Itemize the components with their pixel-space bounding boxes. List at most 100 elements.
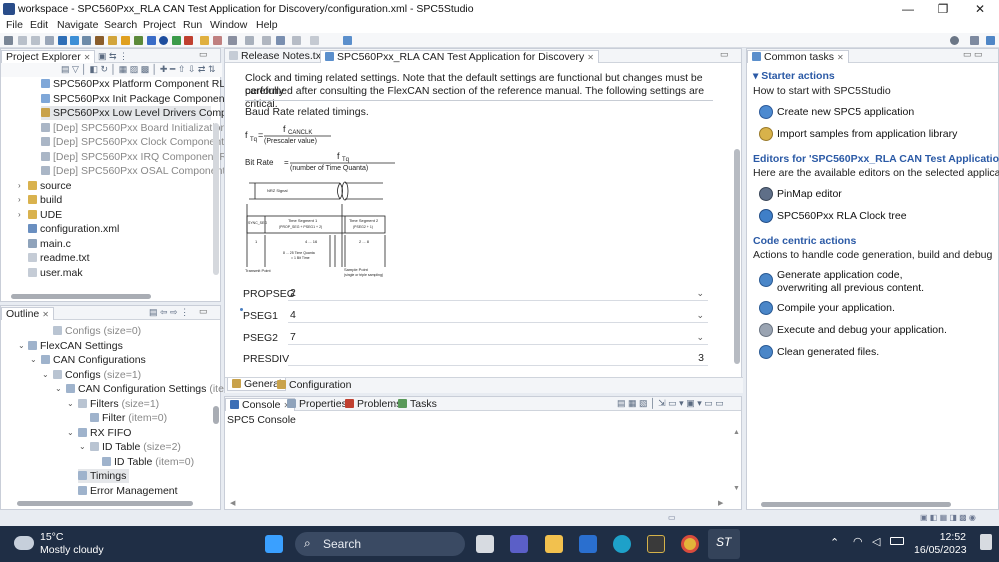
perspective-icon[interactable] <box>970 36 979 45</box>
list-item[interactable]: CAN Configurations <box>41 353 146 367</box>
teams-icon[interactable] <box>510 535 528 553</box>
menu-project[interactable]: Project <box>143 19 176 31</box>
create-application-link[interactable]: Create new SPC5 application <box>777 106 914 119</box>
menu-search[interactable]: Search <box>104 19 137 31</box>
stop-icon[interactable] <box>184 36 193 45</box>
volume-icon[interactable]: ◁ <box>872 535 880 548</box>
debug-icon[interactable] <box>147 36 156 45</box>
tab-project-explorer[interactable]: Project Explorer ✕ <box>1 50 96 63</box>
menu-run[interactable]: Run <box>183 19 202 31</box>
chevron-right-icon[interactable]: › <box>18 208 21 222</box>
list-item[interactable]: configuration.xml <box>28 222 119 236</box>
close-icon[interactable]: ✕ <box>587 53 594 62</box>
windows-start-icon[interactable] <box>265 535 283 553</box>
scroll-right-icon[interactable]: ▶ <box>718 499 723 507</box>
list-item[interactable]: RX FIFO <box>78 426 131 440</box>
print-icon[interactable] <box>45 36 54 45</box>
tools-icon[interactable] <box>95 36 104 45</box>
info-icon[interactable] <box>159 36 168 45</box>
starter-actions-heading[interactable]: ▾ Starter actions <box>753 70 835 82</box>
notification-icon[interactable] <box>980 534 992 550</box>
next-annotation-icon[interactable] <box>228 36 237 45</box>
pseg2-select[interactable]: 7 ⌄ <box>288 329 708 345</box>
chevron-right-icon[interactable]: › <box>18 179 21 193</box>
status-progress-icon[interactable]: ▭ <box>668 513 676 522</box>
minimize-view-icon[interactable]: ▭ <box>199 49 208 60</box>
list-item[interactable]: Configs (size=0) <box>53 324 141 338</box>
import-samples-link[interactable]: Import samples from application library <box>777 128 957 141</box>
console-toolbar-icons[interactable]: ▤ ▦ ▧ │ ⇲ ▭ ▾ ▣ ▾ ▭ ▭ <box>617 398 724 409</box>
weather-text[interactable]: Mostly cloudy <box>40 544 104 556</box>
save-icon[interactable] <box>18 36 27 45</box>
editors-heading[interactable]: Editors for 'SPC560Pxx_RLA CAN Test Appl… <box>753 153 999 165</box>
list-item[interactable]: readme.txt <box>28 251 90 265</box>
weather-temp[interactable]: 15°C <box>40 531 63 543</box>
tab-configuration[interactable]: Configuration <box>273 379 355 392</box>
key-icon[interactable] <box>121 36 130 45</box>
chevron-down-icon[interactable]: ⌄ <box>42 368 49 382</box>
list-item[interactable]: FlexCAN Settings <box>28 339 123 353</box>
wizard-icon[interactable] <box>70 36 79 45</box>
list-item[interactable]: ID Table (item=0) <box>102 455 194 469</box>
propseg-select[interactable]: 2 ⌄ <box>288 285 708 301</box>
list-item[interactable]: Error Management <box>78 484 178 498</box>
generate-code-link[interactable]: Generate application code, overwriting al… <box>777 269 924 295</box>
terminal-icon[interactable] <box>58 36 67 45</box>
list-item[interactable]: SPC560Pxx Init Package Component R <box>41 92 238 106</box>
chevron-down-icon[interactable]: ⌄ <box>55 382 62 396</box>
horizontal-scrollbar[interactable] <box>17 501 193 506</box>
list-item[interactable]: source <box>28 179 72 193</box>
minimize-view-icon[interactable]: ▭ <box>199 306 208 317</box>
clock-date[interactable]: 16/05/2023 <box>914 544 967 556</box>
spc5-perspective-icon[interactable] <box>986 36 995 45</box>
outline-toolbar-icons[interactable]: ▤ ⇦ ⇨ ⋮ <box>149 307 189 318</box>
close-icon[interactable]: ✕ <box>84 53 91 62</box>
explorer-toolbar-icons[interactable]: ▤ ▽ │ ◧ ↻ │ ▦ ▨ ▩ │ ✚ ━ ⇧ ⇩ ⇄ ⇅ <box>61 64 216 75</box>
nav-forward-icon[interactable] <box>310 36 319 45</box>
presdiv-input[interactable]: 3 <box>288 350 708 366</box>
close-icon[interactable]: ✕ <box>42 310 49 319</box>
chevron-down-icon[interactable]: ⌄ <box>79 440 86 454</box>
save-all-icon[interactable] <box>31 36 40 45</box>
menu-navigate[interactable]: Navigate <box>57 19 98 31</box>
menu-help[interactable]: Help <box>256 19 278 31</box>
clock-tree-link[interactable]: SPC560Pxx RLA Clock tree <box>777 210 907 223</box>
chevron-down-icon[interactable]: ⌄ <box>18 339 25 353</box>
compile-link[interactable]: Compile your application. <box>777 302 895 315</box>
list-item[interactable]: SPC560Pxx Low Level Drivers Compor <box>41 106 236 120</box>
list-item[interactable]: build <box>28 193 62 207</box>
list-item[interactable]: [Dep] SPC560Pxx IRQ Component RL/ <box>41 150 236 164</box>
close-icon[interactable]: ✕ <box>837 53 844 62</box>
file-explorer-icon[interactable] <box>545 535 563 553</box>
taskbar-search[interactable]: ⌕ Search <box>295 532 465 556</box>
chevron-down-icon[interactable]: ⌄ <box>30 353 37 367</box>
menu-edit[interactable]: Edit <box>30 19 48 31</box>
annotation-icon[interactable] <box>213 36 222 45</box>
store-icon[interactable] <box>579 535 597 553</box>
view-menu-icon[interactable]: ▭ ▭ <box>963 49 983 60</box>
horizontal-scrollbar[interactable] <box>761 502 951 507</box>
last-edit-icon[interactable] <box>262 36 271 45</box>
clean-files-link[interactable]: Clean generated files. <box>777 346 879 359</box>
new-icon[interactable] <box>4 36 13 45</box>
chrome-icon[interactable] <box>681 535 699 553</box>
list-item[interactable]: CAN Configuration Settings (iter <box>66 382 227 396</box>
scroll-left-icon[interactable]: ◀ <box>230 499 235 507</box>
menu-window[interactable]: Window <box>210 19 247 31</box>
search-icon[interactable] <box>950 36 959 45</box>
wifi-icon[interactable]: ◠ <box>853 535 863 548</box>
minimize-button[interactable]: — <box>890 0 926 18</box>
edge-icon[interactable] <box>613 535 631 553</box>
list-item[interactable]: Filter (item=0) <box>90 411 167 425</box>
status-tray-icons[interactable]: ▣ ◧ ▦ ◨ ▩ ◉ <box>920 513 976 522</box>
pseg1-select[interactable]: 4 ⌄ <box>288 307 708 323</box>
list-item[interactable]: user.mak <box>28 266 83 280</box>
pencil-icon[interactable] <box>200 36 209 45</box>
collapse-all-icon[interactable]: ▣ ⇆ ⋮ <box>98 51 128 62</box>
minimize-view-icon[interactable]: ▭ <box>720 49 729 60</box>
tab-common-tasks[interactable]: Common tasks ✕ <box>747 50 849 63</box>
run-icon[interactable] <box>172 36 181 45</box>
forward-icon[interactable] <box>292 36 301 45</box>
chevron-down-icon[interactable]: ⌄ <box>67 397 74 411</box>
horizontal-scrollbar[interactable] <box>11 294 151 299</box>
